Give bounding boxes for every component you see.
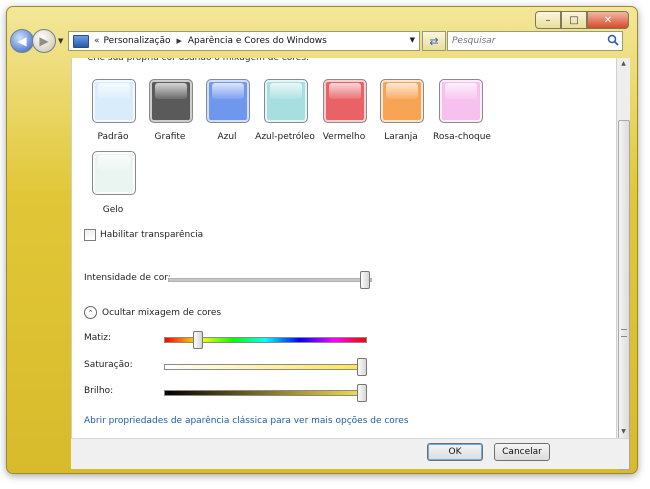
swatch-label: Gelo xyxy=(102,205,124,215)
refresh-button[interactable]: ⇄ xyxy=(422,31,446,51)
address-bar[interactable]: « Personalização ▶ Aparência e Cores do … xyxy=(68,31,420,51)
vertical-scrollbar[interactable]: ▲ ▼ xyxy=(616,58,630,470)
breadcrumb-personalizacao[interactable]: Personalização xyxy=(104,36,171,46)
swatch-azul-petroleo[interactable] xyxy=(264,79,308,123)
saturation-slider-track[interactable] xyxy=(164,364,367,370)
hue-slider-thumb[interactable] xyxy=(192,331,203,349)
swatch-label: Laranja xyxy=(384,132,418,142)
search-icon[interactable] xyxy=(607,34,619,46)
ok-button[interactable]: OK xyxy=(427,443,483,461)
minimize-icon[interactable]: – xyxy=(535,11,561,29)
intensity-slider-track[interactable] xyxy=(168,278,372,282)
refresh-icon: ⇄ xyxy=(429,34,439,48)
brightness-slider-track[interactable] xyxy=(164,390,367,396)
search-box xyxy=(447,31,623,51)
grip-icon xyxy=(621,329,627,337)
cancel-button[interactable]: Cancelar xyxy=(494,443,550,461)
chevron-down-icon[interactable]: ▼ xyxy=(410,36,415,44)
swatch-gelo[interactable] xyxy=(92,151,136,195)
swatch-label: Rosa-choque xyxy=(433,132,491,142)
scroll-up-icon[interactable]: ▲ xyxy=(617,58,630,70)
swatch-vermelho[interactable] xyxy=(323,79,367,123)
scroll-down-icon[interactable]: ▼ xyxy=(617,426,630,438)
transparency-checkbox[interactable] xyxy=(84,229,96,241)
hue-label: Matiz: xyxy=(84,333,112,343)
intensity-slider-thumb[interactable] xyxy=(360,271,370,289)
recent-pages-dropdown[interactable]: ▼ xyxy=(58,37,63,45)
brightness-slider-thumb[interactable] xyxy=(357,384,367,402)
classic-appearance-link[interactable]: Abrir propriedades de aparência clássica… xyxy=(84,416,409,426)
navigation-bar: ◀ ▶ ▼ « Personalização ▶ Aparência e Cor… xyxy=(10,29,623,55)
search-input[interactable] xyxy=(448,35,604,47)
saturation-label: Saturação: xyxy=(84,360,133,370)
transparency-checkbox-row[interactable]: Habilitar transparência xyxy=(84,229,203,241)
swatch-grafite[interactable] xyxy=(149,79,193,123)
swatch-rosa-choque[interactable] xyxy=(439,79,483,123)
chevron-right-icon: ▶ xyxy=(176,37,182,45)
saturation-slider-thumb[interactable] xyxy=(357,358,367,376)
swatch-padrao[interactable] xyxy=(92,79,136,123)
intensity-label: Intensidade de cor: xyxy=(84,273,171,283)
swatch-azul[interactable] xyxy=(206,79,250,123)
mixer-toggle[interactable]: ⌃ Ocultar mixagem de cores xyxy=(84,306,221,319)
mixer-toggle-label: Ocultar mixagem de cores xyxy=(102,307,222,318)
scrollbar-thumb[interactable] xyxy=(618,120,630,470)
close-icon[interactable]: ✕ xyxy=(587,11,629,29)
arrow-left-icon: ◀ xyxy=(17,34,27,48)
transparency-label: Habilitar transparência xyxy=(100,230,204,240)
breadcrumb-prefix: « xyxy=(94,36,100,46)
forward-button[interactable]: ▶ xyxy=(32,29,56,53)
window-controls: – □ ✕ xyxy=(535,11,629,29)
breadcrumb-aparencia[interactable]: Aparência e Cores do Windows xyxy=(188,36,327,46)
maximize-icon[interactable]: □ xyxy=(561,11,587,29)
chevron-up-icon: ⌃ xyxy=(84,306,97,319)
swatch-laranja[interactable] xyxy=(380,79,424,123)
control-panel-icon xyxy=(73,34,89,48)
brightness-label: Brilho: xyxy=(84,386,114,396)
back-button[interactable]: ◀ xyxy=(10,29,34,53)
arrow-right-icon: ▶ xyxy=(39,34,49,48)
